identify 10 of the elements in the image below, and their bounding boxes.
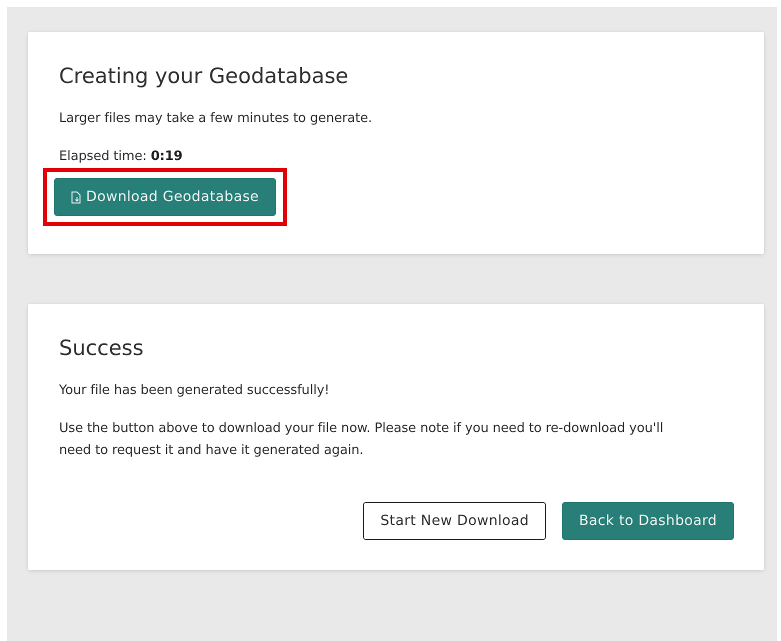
- body-text: Your file has been generated successfully!: [59, 382, 330, 400]
- card-title: Creating your Geodatabase: [59, 64, 350, 88]
- action-button[interactable]: Back to Dashboard: [562, 502, 734, 540]
- body-text: Elapsed time: 0:19: [59, 148, 184, 166]
- action-button[interactable]: Start New Download: [363, 502, 546, 540]
- file-icon: [71, 190, 81, 204]
- download-button[interactable]: Download Geodatabase: [54, 178, 276, 216]
- body-text: Use the button above to download your file now. Please note if you need to re-download you'll need to request it and have it generated again.: [59, 420, 664, 460]
- card-title: Success: [59, 336, 145, 360]
- body-text: Larger files may take a few minutes to generate.: [59, 110, 374, 128]
